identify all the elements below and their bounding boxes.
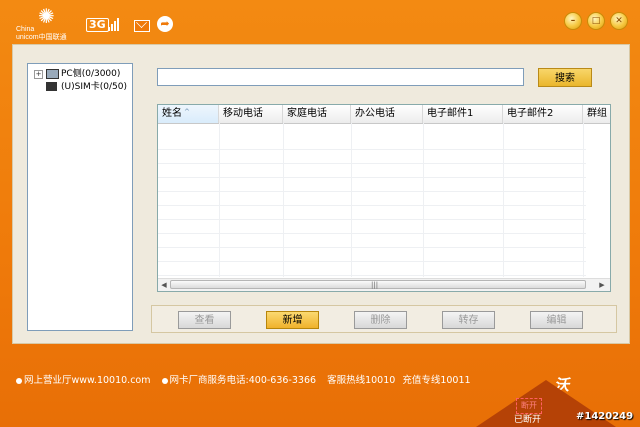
- contacts-panel: + PC侧(0/3000) (U)SIM卡(0/50) 搜索 姓名 ^ 移动电话 …: [12, 44, 630, 344]
- connection-status: 已断开: [514, 415, 542, 425]
- column-divider: [219, 123, 220, 277]
- sort-ascending-icon: ^: [184, 108, 190, 116]
- footer-link-vendor-phone: 网卡厂商服务电话:400-636-3366: [161, 375, 321, 386]
- footer-link-online-hall[interactable]: 网上营业厅www.10010.com: [16, 375, 155, 386]
- minimize-button[interactable]: –: [564, 12, 582, 30]
- column-divider: [583, 123, 584, 277]
- expand-icon[interactable]: +: [34, 70, 43, 79]
- tree-item-label: (U)SIM卡(0/50): [61, 82, 127, 92]
- network-3g-badge: 3G: [86, 18, 109, 32]
- column-header-office-phone[interactable]: 办公电话: [351, 105, 423, 123]
- signal-strength-icon: [108, 18, 122, 31]
- footer-hotline: 客服热线10010: [327, 375, 396, 386]
- mail-icon[interactable]: [134, 20, 150, 32]
- sync-icon[interactable]: ➦: [157, 16, 173, 32]
- action-bar: 查看 新增 删除 转存 编辑: [151, 305, 617, 333]
- column-divider: [283, 123, 284, 277]
- table-row: [158, 206, 586, 220]
- horizontal-scrollbar[interactable]: ◀ ||| ▶: [158, 278, 610, 291]
- restore-button[interactable]: □: [587, 12, 605, 30]
- tree-item-label: PC侧(0/3000): [61, 69, 121, 79]
- table-row: [158, 150, 586, 164]
- title-bar: ✺ China unicom中国联通 3G ➦ – □ ✕: [0, 0, 640, 44]
- table-row: [158, 234, 586, 248]
- watermark-id: #1420249: [576, 411, 634, 422]
- footer-recharge: 充值专线10011: [402, 375, 471, 386]
- close-button[interactable]: ✕: [610, 12, 628, 30]
- column-header-group[interactable]: 群组: [583, 105, 610, 123]
- bullet-icon: [161, 377, 168, 384]
- column-header-name[interactable]: 姓名 ^: [158, 105, 219, 123]
- export-button[interactable]: 转存: [442, 311, 495, 329]
- table-row: [158, 262, 586, 276]
- table-row: [158, 178, 586, 192]
- computer-icon: [46, 69, 59, 79]
- table-row: [158, 136, 586, 150]
- table-header: 姓名 ^ 移动电话 家庭电话 办公电话 电子邮件1 电子邮件2 群组: [158, 105, 610, 124]
- china-unicom-logo: ✺ China unicom中国联通: [16, 4, 76, 41]
- table-row: [158, 248, 586, 262]
- column-header-email1[interactable]: 电子邮件1: [423, 105, 503, 123]
- column-divider: [503, 123, 504, 277]
- view-button[interactable]: 查看: [178, 311, 231, 329]
- scroll-left-icon[interactable]: ◀: [159, 280, 169, 290]
- scroll-right-icon[interactable]: ▶: [597, 280, 607, 290]
- add-button[interactable]: 新增: [266, 311, 319, 329]
- edit-button[interactable]: 编辑: [530, 311, 583, 329]
- search-button[interactable]: 搜索: [538, 68, 592, 87]
- logo-wordmark: China unicom中国联通: [16, 26, 67, 41]
- search-input[interactable]: [157, 68, 524, 86]
- app-window: ✺ China unicom中国联通 3G ➦ – □ ✕ + PC侧(0/30…: [0, 0, 640, 427]
- column-divider: [423, 123, 424, 277]
- scroll-grip: |||: [371, 281, 379, 289]
- column-divider: [351, 123, 352, 277]
- unicom-knot-icon: ✺: [38, 4, 55, 28]
- delete-button[interactable]: 删除: [354, 311, 407, 329]
- sim-card-icon: [46, 82, 57, 91]
- scroll-thumb[interactable]: |||: [170, 280, 586, 289]
- contacts-tree: + PC侧(0/3000) (U)SIM卡(0/50): [27, 63, 133, 331]
- bullet-icon: [16, 377, 22, 384]
- table-row: [158, 192, 586, 206]
- column-header-email2[interactable]: 电子邮件2: [503, 105, 583, 123]
- column-header-home-phone[interactable]: 家庭电话: [283, 105, 351, 123]
- footer-links: 网上营业厅www.10010.com 网卡厂商服务电话:400-636-3366…: [16, 372, 475, 386]
- column-header-mobile[interactable]: 移动电话: [219, 105, 283, 123]
- contacts-table: 姓名 ^ 移动电话 家庭电话 办公电话 电子邮件1 电子邮件2 群组 ◀ |||…: [157, 104, 611, 292]
- table-row: [158, 164, 586, 178]
- table-row: [158, 220, 586, 234]
